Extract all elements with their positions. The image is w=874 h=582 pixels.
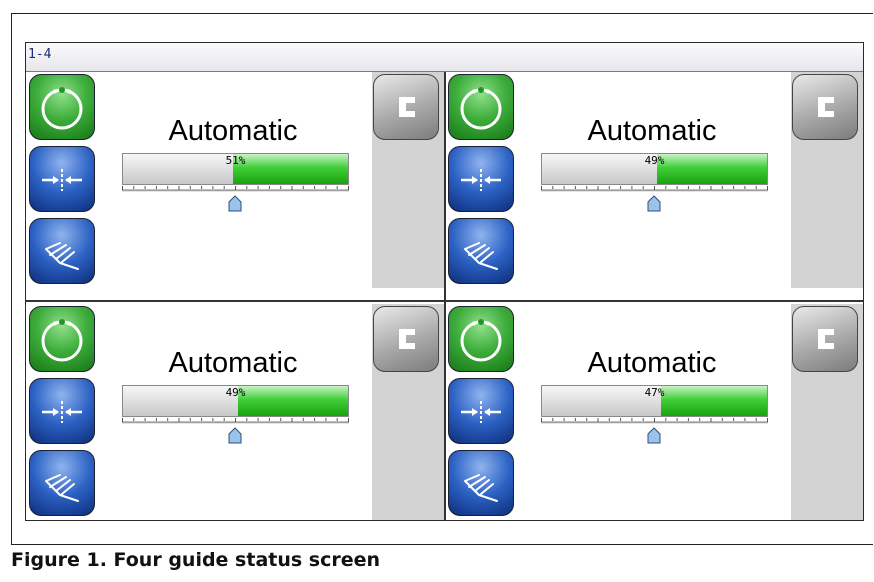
- manual-mode-button[interactable]: [29, 450, 95, 516]
- guide-panel-1: Automatic 51%: [26, 72, 444, 288]
- position-bar: 49%: [122, 385, 349, 417]
- auto-cycle-icon: [41, 87, 83, 130]
- vertical-divider: [444, 72, 446, 520]
- position-bar: 49%: [541, 153, 768, 185]
- auto-cycle-icon: [41, 319, 83, 362]
- bracket-icon: [818, 97, 834, 117]
- manual-mode-button[interactable]: [448, 450, 514, 516]
- manual-mode-button[interactable]: [29, 218, 95, 284]
- position-bar: 47%: [541, 385, 768, 417]
- window-title: 1-4: [28, 47, 52, 62]
- auto-cycle-icon: [460, 87, 502, 130]
- guide-status-screen: 1-4 Automatic 51% Automatic 49% Automati…: [25, 42, 864, 521]
- position-marker: [228, 427, 242, 444]
- title-bar: 1-4: [26, 43, 863, 72]
- center-guide-icon: [42, 169, 82, 191]
- mode-label: Automatic: [168, 115, 298, 147]
- center-guide-button[interactable]: [29, 378, 95, 444]
- guide-panel-2: Automatic 49%: [445, 72, 863, 288]
- center-guide-button[interactable]: [29, 146, 95, 212]
- bracket-icon: [399, 97, 415, 117]
- position-scale: [122, 418, 349, 444]
- auto-cycle-icon: [460, 319, 502, 362]
- bracket-button[interactable]: [373, 306, 439, 372]
- center-guide-icon: [461, 169, 501, 191]
- mode-label: Automatic: [587, 115, 717, 147]
- mode-label: Automatic: [168, 347, 298, 379]
- manual-hand-icon: [464, 474, 498, 502]
- automatic-mode-button[interactable]: [448, 306, 514, 372]
- position-marker: [228, 195, 242, 212]
- bracket-icon: [399, 329, 415, 349]
- position-percent: 47%: [644, 386, 665, 399]
- guide-panel-4: Automatic 47%: [445, 304, 863, 520]
- position-scale: [541, 186, 768, 212]
- automatic-mode-button[interactable]: [29, 306, 95, 372]
- bracket-button[interactable]: [792, 74, 858, 140]
- position-scale: [122, 186, 349, 212]
- figure-caption: Figure 1. Four guide status screen: [11, 549, 381, 571]
- center-guide-icon: [42, 401, 82, 423]
- position-marker: [647, 195, 661, 212]
- center-guide-button[interactable]: [448, 146, 514, 212]
- manual-hand-icon: [464, 242, 498, 270]
- position-percent: 49%: [644, 154, 665, 167]
- bracket-button[interactable]: [792, 306, 858, 372]
- position-marker: [647, 427, 661, 444]
- position-percent: 49%: [225, 386, 246, 399]
- position-percent: 51%: [225, 154, 246, 167]
- center-guide-button[interactable]: [448, 378, 514, 444]
- bracket-icon: [818, 329, 834, 349]
- bracket-button[interactable]: [373, 74, 439, 140]
- guide-panel-3: Automatic 49%: [26, 304, 444, 520]
- position-bar: 51%: [122, 153, 349, 185]
- automatic-mode-button[interactable]: [29, 74, 95, 140]
- manual-mode-button[interactable]: [448, 218, 514, 284]
- automatic-mode-button[interactable]: [448, 74, 514, 140]
- mode-label: Automatic: [587, 347, 717, 379]
- position-scale: [541, 418, 768, 444]
- center-guide-icon: [461, 401, 501, 423]
- manual-hand-icon: [45, 242, 79, 270]
- manual-hand-icon: [45, 474, 79, 502]
